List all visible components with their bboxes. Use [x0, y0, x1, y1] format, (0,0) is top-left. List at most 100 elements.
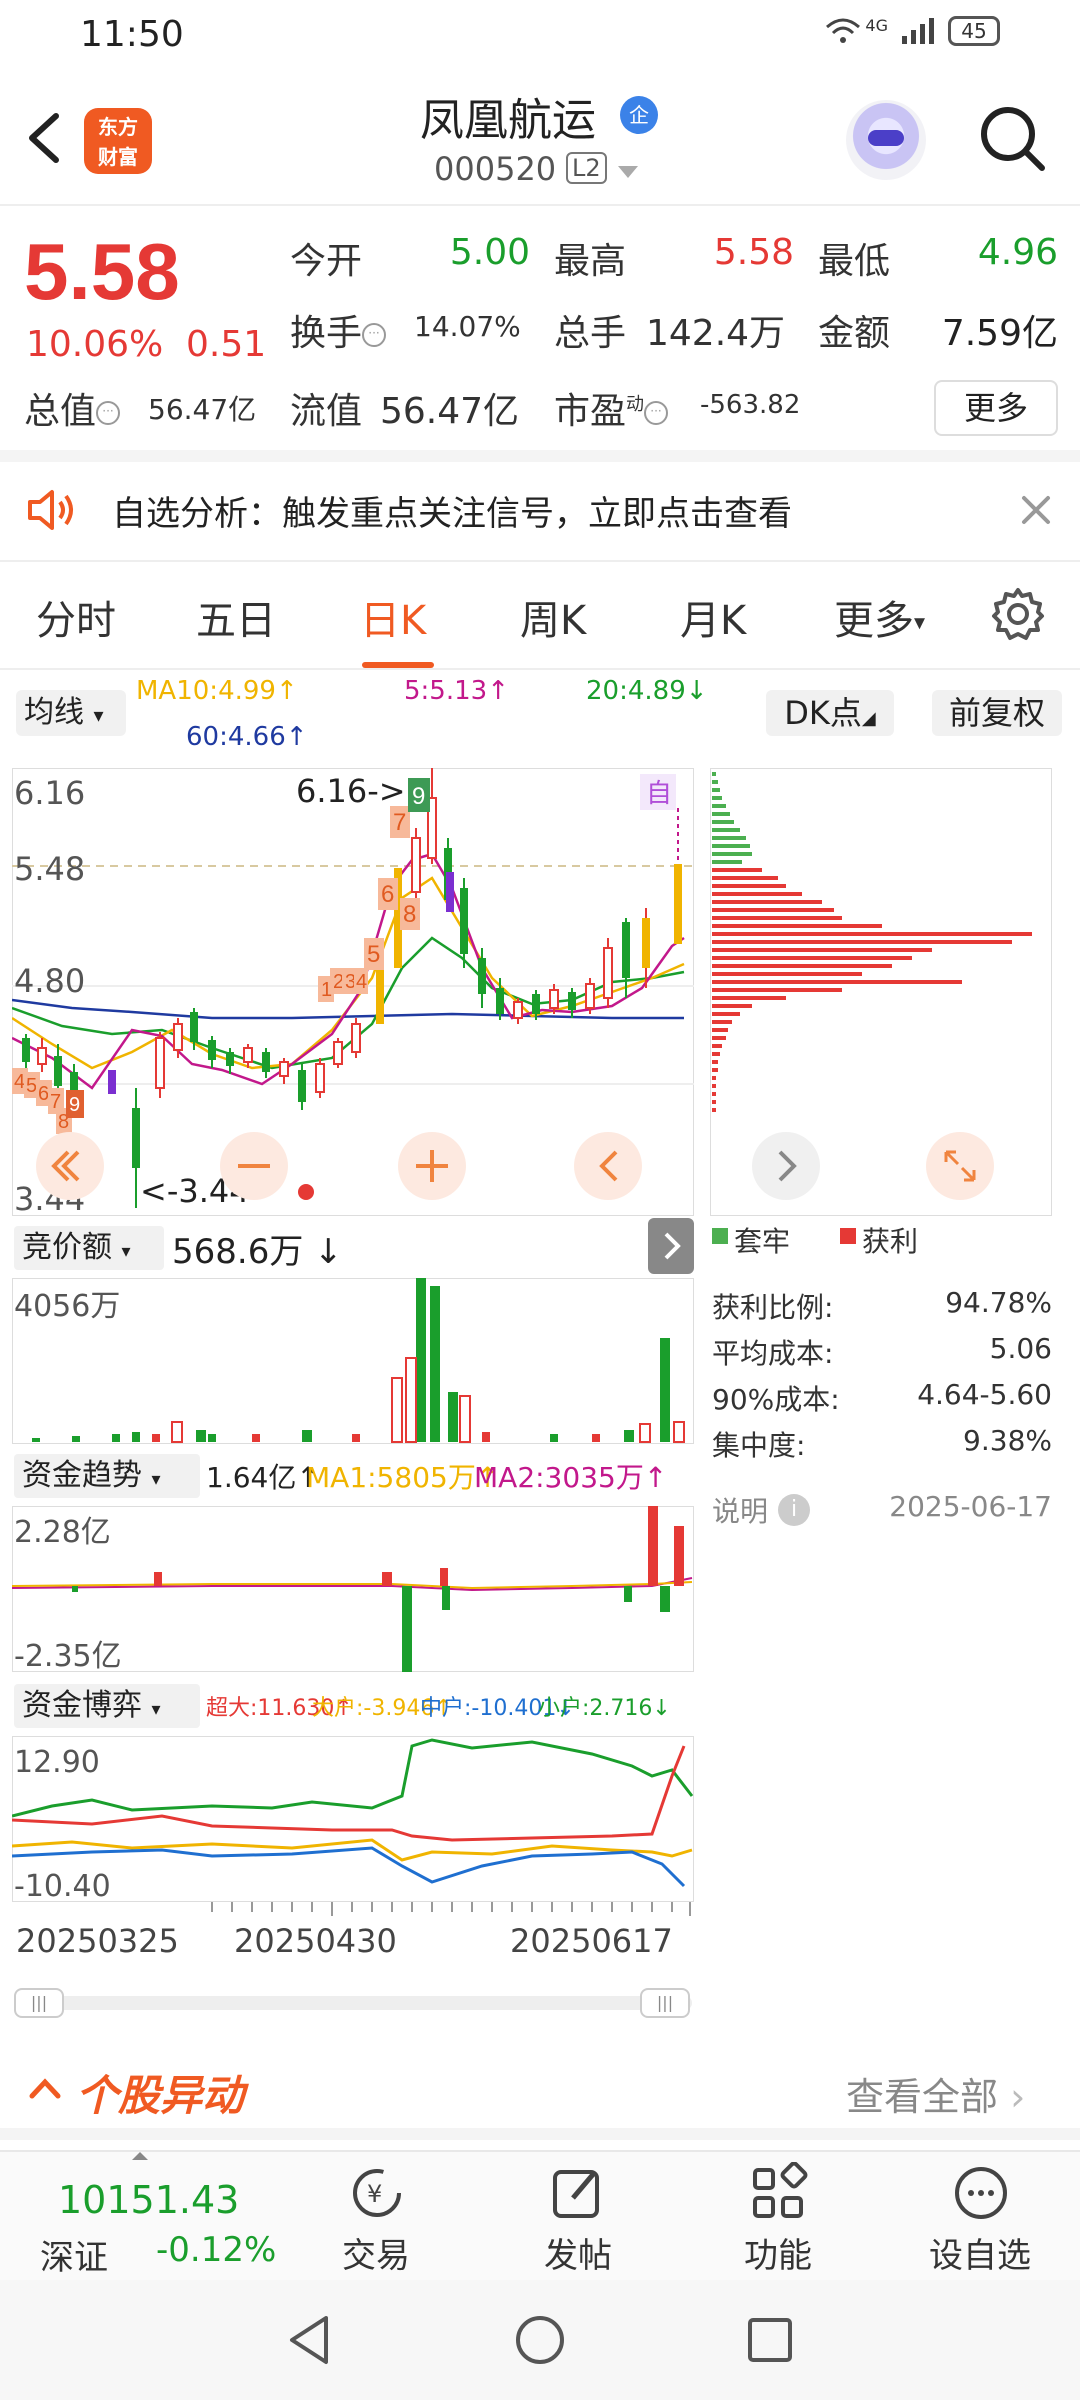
auction-selector[interactable]: 竞价额 ▾ — [14, 1226, 164, 1270]
chart-area: 7 9 6 8 5 1 2 3 4 4 5 6 7 8 9 6.16 5.48 … — [0, 760, 1080, 2018]
tab-daily-k[interactable]: 日K — [360, 588, 426, 646]
more-quote-button[interactable]: 更多 — [934, 380, 1058, 436]
td-label: 6 — [381, 881, 394, 908]
date-ticks — [211, 1902, 691, 1916]
stock-name: 凤凰航运 — [420, 95, 596, 146]
tab-five-day[interactable]: 五日 — [196, 588, 276, 646]
logo-line1: 东方 — [98, 115, 138, 139]
expand-button[interactable] — [926, 1132, 994, 1200]
pe-value: -563.82 — [700, 390, 801, 420]
trade-icon: ¥ — [353, 2169, 401, 2217]
chip-next-button[interactable] — [752, 1132, 820, 1200]
amount-value: 7.59亿 — [941, 313, 1058, 354]
status-bar: 11:50 4G 45 — [0, 0, 1080, 70]
td-label: 4 — [14, 1071, 25, 1093]
app-logo[interactable]: 东方 财富 — [84, 108, 152, 174]
y-axis-label: 6.16 — [14, 774, 85, 812]
caret-down-icon: ▾ — [151, 1699, 161, 1720]
enterprise-badge: 企 — [620, 96, 658, 134]
nav-back-icon[interactable] — [282, 2312, 338, 2368]
search-icon[interactable] — [976, 102, 1048, 174]
y-axis-label: 2.28亿 — [14, 1515, 111, 1550]
change-percent: 10.06% — [26, 324, 164, 365]
index-value[interactable]: 10151.43 — [58, 2178, 239, 2222]
collapse-button[interactable] — [648, 1218, 694, 1274]
nav-add-watchlist[interactable]: 设自选 — [920, 2162, 1040, 2277]
tab-intraday[interactable]: 分时 — [36, 588, 116, 646]
caret-up-icon[interactable] — [132, 2152, 148, 2160]
network-type: 4G — [865, 15, 888, 35]
tab-monthly-k[interactable]: 月K — [680, 588, 746, 646]
caret-down-icon: ▾ — [151, 1469, 161, 1490]
y-axis-label: 5.48 — [14, 850, 85, 888]
range-handle-left[interactable]: ||| — [14, 1988, 64, 2018]
period-tabs: 分时 五日 日K 周K 月K 更多▾ — [0, 560, 1080, 670]
caret-down-icon: ▾ — [121, 1241, 131, 1262]
tab-weekly-k[interactable]: 周K — [520, 588, 586, 646]
chevron-right-icon — [664, 1232, 681, 1260]
td-label: 6 — [38, 1083, 49, 1105]
y-axis-label: 12.90 — [14, 1745, 100, 1780]
chip-row-label: 平均成本: — [712, 1337, 834, 1370]
tab-more[interactable]: 更多▾ — [834, 588, 925, 646]
svg-text:¥: ¥ — [367, 2180, 382, 2208]
logo-line2: 财富 — [98, 145, 138, 169]
fund-game-selector[interactable]: 资金博弈 ▾ — [14, 1684, 200, 1728]
chip-row-label: 90%成本: — [712, 1383, 840, 1416]
chip-row-value: 5.06 — [989, 1332, 1052, 1365]
low-value: 4.96 — [977, 232, 1058, 273]
td-label: 8 — [403, 901, 416, 928]
stock-code[interactable]: 000520 — [434, 150, 556, 188]
chevron-right-icon: › — [1010, 2075, 1026, 2119]
chip-note-label[interactable]: 说明 — [712, 1490, 768, 1530]
code-dropdown-icon[interactable] — [618, 166, 638, 178]
more-icon — [955, 2167, 1007, 2219]
range-handle-right[interactable]: ||| — [640, 1988, 690, 2018]
analysis-notice[interactable]: 自选分析：触发重点关注信号，立即点击查看 — [0, 460, 1080, 560]
nav-home-icon[interactable] — [512, 2312, 568, 2368]
chip-row-label: 获利比例: — [712, 1291, 834, 1324]
legend-swatch-trapped — [712, 1228, 728, 1244]
level2-badge[interactable]: L2 — [566, 152, 607, 184]
turnover-label: 换手 ··· — [290, 304, 387, 356]
fund-trend-ma2: MA2:3035万↑ — [474, 1461, 668, 1494]
ma-selector[interactable]: 均线 ▾ — [16, 690, 126, 736]
nav-post[interactable]: 发帖 — [518, 2162, 638, 2277]
close-icon[interactable] — [1018, 492, 1054, 528]
robot-assistant-avatar[interactable] — [846, 100, 926, 180]
td-label: 9 — [69, 1094, 80, 1116]
stock-movers-section[interactable]: 个股异动 查看全部 › — [0, 2040, 1080, 2140]
amount-label: 金额 — [818, 313, 891, 354]
float-value: 56.47亿 — [380, 391, 520, 432]
info-icon[interactable]: ··· — [96, 401, 121, 425]
view-all-link[interactable]: 查看全部 › — [846, 2066, 1025, 2121]
chip-row-value: 4.64-5.60 — [917, 1378, 1052, 1411]
info-icon[interactable]: ··· — [644, 401, 669, 425]
td-label: 7 — [393, 809, 406, 836]
low-label: 最低 — [818, 241, 891, 282]
fund-trend-value: 1.64亿↑ — [206, 1461, 320, 1494]
fund-trend-selector[interactable]: 资金趋势 ▾ — [14, 1454, 200, 1498]
dk-point-button[interactable]: DK点◢ — [766, 690, 894, 736]
adjust-forward-button[interactable]: 前复权 — [932, 690, 1062, 736]
chip-row-value: 9.38% — [963, 1424, 1052, 1457]
info-icon[interactable]: i — [778, 1494, 810, 1526]
kline-chart[interactable]: 7 9 6 8 5 1 2 3 4 4 5 6 7 8 9 6.16 5.48 … — [12, 768, 694, 1216]
chevron-up-icon[interactable] — [28, 2076, 62, 2100]
nav-functions[interactable]: 功能 — [718, 2162, 838, 2277]
nav-recents-icon[interactable] — [742, 2312, 798, 2368]
info-icon[interactable]: ··· — [362, 323, 387, 347]
td-label: 9 — [412, 783, 425, 810]
step-back-button[interactable] — [574, 1132, 642, 1200]
back-icon[interactable] — [22, 110, 66, 166]
rewind-button[interactable] — [36, 1132, 104, 1200]
nav-trade[interactable]: ¥ 交易 — [316, 2162, 436, 2277]
gear-icon[interactable] — [990, 586, 1046, 642]
grid-icon — [753, 2162, 808, 2218]
range-scrollbar[interactable] — [14, 1996, 692, 2010]
legend-profit: 获利 — [862, 1225, 919, 1258]
ma60-value: 60:4.66↑ — [186, 722, 308, 752]
legend-swatch-profit — [840, 1228, 856, 1244]
high-label: 最高 — [554, 241, 627, 282]
mktcap-label: 总值 ··· — [24, 382, 121, 434]
